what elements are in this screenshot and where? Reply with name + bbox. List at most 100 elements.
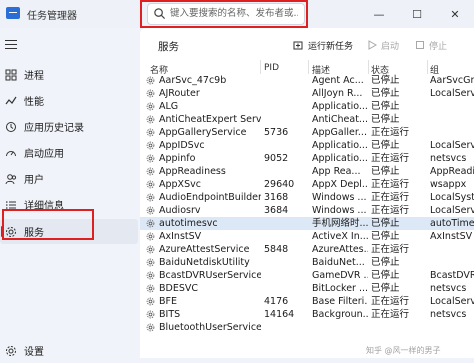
table-row[interactable]: AppIDSvc Applicatio... 已停止 LocalServ	[140, 139, 474, 152]
service-status: 已停止	[371, 283, 400, 294]
table-row[interactable]: AxInstSV ActiveX In... 已停止 AxInstSV	[140, 230, 474, 243]
service-gear-icon	[146, 297, 155, 306]
sidebar-item-label: 进程	[24, 71, 44, 82]
sidebar-item-settings[interactable]: 设置	[0, 338, 138, 363]
service-description: Applicatio...	[312, 101, 368, 112]
table-row[interactable]: BDESVC BitLocker ... 已停止 netsvcs	[140, 282, 474, 295]
table-row[interactable]: Appinfo 9052 Applicatio... 正在运行 netsvcs	[140, 152, 474, 165]
task-manager-app-icon	[6, 7, 20, 19]
sidebar-item-label: 用户	[24, 175, 44, 186]
service-group: netsvcs	[430, 309, 467, 320]
service-name: BITS	[159, 309, 181, 320]
service-pid	[264, 321, 308, 334]
service-name: AzureAttestService	[159, 244, 250, 255]
sidebar-item-users[interactable]: 用户	[0, 166, 138, 191]
service-name: AntiCheatExpert Service	[159, 114, 261, 125]
table-row[interactable]: AppGalleryService 5736 AppGaller... 正在运行	[140, 126, 474, 139]
table-row[interactable]: AzureAttestService 5848 AzureAttes... 正在运行	[140, 243, 474, 256]
service-status: 已停止	[371, 101, 400, 112]
service-pid: 9052	[264, 153, 289, 164]
service-gear-icon	[146, 245, 155, 254]
play-icon	[366, 40, 377, 51]
search-box[interactable]	[147, 3, 305, 25]
service-name: AxInstSV	[159, 231, 202, 242]
table-row[interactable]: AJRouter AllJoyn R... 已停止 LocalServ	[140, 87, 474, 100]
service-name: BluetoothUserService...	[159, 322, 261, 333]
column-divider[interactable]	[260, 60, 261, 74]
table-row[interactable]: BITS 14164 Backgroun... 正在运行 netsvcs	[140, 308, 474, 321]
table-row[interactable]: BaiduNetdiskUtility BaiduNet... 已停止	[140, 256, 474, 269]
service-status: 已停止	[371, 257, 400, 268]
maximize-button[interactable]: ☐	[398, 0, 436, 28]
table-row[interactable]: BcastDVRUserService_... GameDVR ...已停止 Bca…	[140, 269, 474, 282]
sidebar-item-details[interactable]: 详细信息	[0, 192, 138, 217]
table-row[interactable]: AntiCheatExpert Service AntiCheat...已停止	[140, 113, 474, 126]
minimize-button[interactable]: —	[360, 0, 398, 28]
service-gear-icon	[146, 102, 155, 111]
service-gear-icon	[146, 206, 155, 215]
service-gear-icon	[146, 323, 155, 332]
service-pid: 5848	[264, 244, 289, 255]
service-gear-icon	[146, 193, 155, 202]
service-name: ALG	[159, 101, 179, 112]
service-group: netsvcs	[430, 283, 467, 294]
service-pid	[264, 165, 308, 178]
service-status: 已停止	[371, 270, 400, 281]
service-name: Appinfo	[159, 153, 196, 164]
service-gear-icon	[146, 89, 155, 98]
run-task-icon	[293, 40, 304, 51]
table-row[interactable]: ALG Applicatio... 已停止	[140, 100, 474, 113]
service-description: AzureAttes...	[312, 244, 368, 255]
table-row[interactable]: Audiosrv 3684 Windows ... 正在运行 LocalServ	[140, 204, 474, 217]
search-icon	[154, 8, 166, 20]
column-header-pid[interactable]: PID	[264, 63, 279, 73]
sidebar-item-processes[interactable]: 进程	[0, 62, 138, 87]
start-label: 启动	[381, 41, 400, 52]
stop-label: 停止	[429, 41, 448, 52]
service-group: BcastDVR	[430, 270, 474, 281]
page-title: 服务	[158, 41, 179, 53]
sidebar-item-app-history[interactable]: 应用历史记录	[0, 114, 138, 139]
service-pid	[264, 282, 308, 295]
stop-button[interactable]: 停止	[414, 36, 447, 54]
sidebar-item-performance[interactable]: 性能	[0, 88, 138, 113]
column-divider[interactable]	[368, 60, 369, 74]
service-status: 已停止	[371, 114, 400, 125]
run-new-task-button[interactable]: 运行新任务	[293, 36, 353, 54]
table-row[interactable]: AudioEndpointBuilder 3168 Windows ... 正在运行 L…	[140, 191, 474, 204]
window-controls: — ☐ ✕	[360, 0, 474, 28]
table-row[interactable]: autotimesvc 手机网络时... 已停止 autoTime	[140, 217, 474, 230]
service-status: 已停止	[371, 166, 400, 177]
service-pid	[264, 87, 308, 100]
service-group	[430, 256, 474, 269]
service-description: Backgroun...	[312, 309, 368, 320]
column-divider[interactable]	[308, 60, 309, 74]
service-status: 正在运行	[371, 127, 410, 138]
hamburger-menu-icon[interactable]	[5, 40, 17, 50]
search-input[interactable]	[170, 6, 298, 21]
sidebar-item-startup[interactable]: 启动应用	[0, 140, 138, 165]
table-row[interactable]: AarSvc_47c9b Agent Ac... 已停止 AarSvcGr	[140, 74, 474, 87]
service-description: AntiCheat...	[312, 114, 368, 125]
table-row[interactable]: BFE 4176 Base Filteri... 正在运行 LocalServ	[140, 295, 474, 308]
table-row[interactable]: AppXSvc 29640 AppX Depl... 正在运行 wsappx	[140, 178, 474, 191]
service-status: 正在运行	[371, 192, 410, 203]
sidebar-item-label: 详细信息	[24, 201, 64, 212]
service-description: App Rea...	[312, 166, 361, 177]
service-description: BaiduNet...	[312, 257, 365, 268]
service-name: BDESVC	[159, 283, 198, 294]
table-row[interactable]: BluetoothUserService...	[140, 321, 474, 334]
service-name: AppXSvc	[159, 179, 201, 190]
service-status	[371, 321, 427, 334]
service-name: AudioEndpointBuilder	[159, 192, 261, 203]
service-description	[312, 321, 368, 334]
service-pid: 14164	[264, 309, 295, 320]
run-new-task-label: 运行新任务	[308, 41, 354, 52]
service-group: LocalSyste	[430, 192, 474, 203]
service-status: 已停止	[371, 75, 400, 86]
sidebar-item-services[interactable]: 服务	[0, 219, 138, 244]
table-row[interactable]: AppReadiness App Rea... 已停止 AppReadin	[140, 165, 474, 178]
close-button[interactable]: ✕	[436, 0, 474, 28]
column-divider[interactable]	[427, 60, 428, 74]
start-button[interactable]: 启动	[366, 36, 399, 54]
